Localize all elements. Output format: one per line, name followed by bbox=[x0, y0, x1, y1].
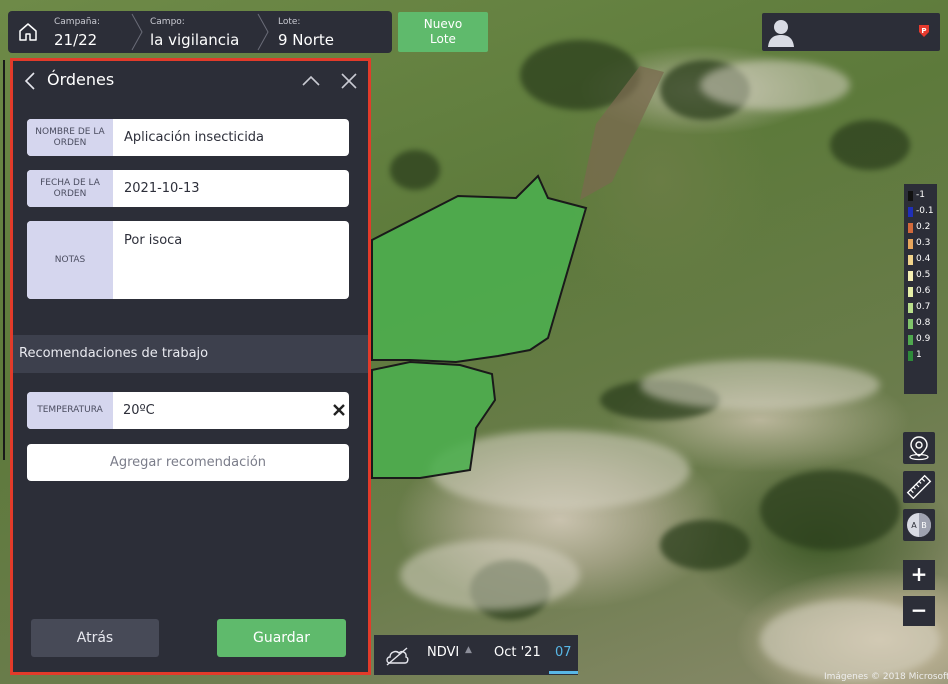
chevron-left-icon[interactable] bbox=[23, 71, 37, 91]
legend-item: 0.3 bbox=[908, 237, 940, 251]
breadcrumb-lot[interactable]: Lote: 9 Norte bbox=[278, 11, 378, 53]
order-date-input[interactable]: 2021-10-13 bbox=[124, 170, 339, 207]
legend-label: 0.8 bbox=[916, 318, 931, 328]
legend-item: 0.6 bbox=[908, 285, 940, 299]
day-selector[interactable]: 07 bbox=[555, 645, 572, 660]
legend-label: -0.1 bbox=[916, 206, 934, 216]
svg-text:P: P bbox=[921, 27, 926, 35]
location-button[interactable] bbox=[903, 432, 935, 464]
legend-label: 0.7 bbox=[916, 302, 931, 312]
legend-label: -1 bbox=[916, 190, 925, 200]
save-button[interactable]: Guardar bbox=[217, 619, 346, 657]
legend-item: -0.1 bbox=[908, 205, 940, 219]
order-name-input[interactable]: Aplicación insecticida bbox=[124, 119, 339, 156]
legend-item: 0.4 bbox=[908, 253, 940, 267]
lot-polygon-lower bbox=[371, 360, 497, 479]
zoom-in-button[interactable]: + bbox=[903, 560, 935, 590]
user-menu[interactable]: P bbox=[762, 13, 940, 51]
legend-item: 0.9 bbox=[908, 333, 940, 347]
home-icon bbox=[19, 23, 37, 41]
legend-swatch bbox=[908, 239, 913, 249]
layer-caret-icon: ▲ bbox=[465, 645, 472, 655]
legend-swatch bbox=[908, 319, 913, 329]
legend-swatch bbox=[908, 335, 913, 345]
legend-label: 1 bbox=[916, 350, 922, 360]
location-pin-icon bbox=[909, 436, 929, 461]
zoom-out-button[interactable]: − bbox=[903, 596, 935, 626]
legend-item: 0.7 bbox=[908, 301, 940, 315]
clear-icon[interactable] bbox=[332, 403, 346, 417]
layer-selector[interactable]: NDVI bbox=[427, 645, 459, 660]
back-button[interactable]: Atrás bbox=[31, 619, 159, 657]
close-icon[interactable] bbox=[339, 71, 359, 91]
campaign-value: 21/22 bbox=[54, 31, 98, 49]
field-label: Campo: bbox=[150, 17, 185, 27]
legend-label: 0.9 bbox=[916, 334, 931, 344]
field-value: la vigilancia bbox=[150, 31, 240, 49]
legend-item: 1 bbox=[908, 349, 940, 363]
legend-swatch bbox=[908, 255, 913, 265]
measure-button[interactable] bbox=[903, 471, 935, 503]
lot-label: Lote: bbox=[278, 17, 301, 27]
panel-header: Órdenes bbox=[13, 61, 368, 101]
legend-item: 0.5 bbox=[908, 269, 940, 283]
ab-label-a: A bbox=[911, 521, 917, 530]
ab-label-b: B bbox=[921, 521, 927, 530]
campaign-label: Campaña: bbox=[54, 17, 101, 27]
panel-title: Órdenes bbox=[47, 70, 115, 89]
temperature-field[interactable]: TEMPERATURA 20ºC bbox=[27, 392, 349, 429]
month-selector[interactable]: Oct '21 bbox=[494, 645, 541, 660]
legend-label: 0.4 bbox=[916, 254, 931, 264]
order-date-field[interactable]: FECHA DE LA ORDEN 2021-10-13 bbox=[27, 170, 349, 207]
legend-swatch bbox=[908, 351, 913, 361]
legend-swatch bbox=[908, 287, 913, 297]
orders-panel: Órdenes NOMBRE DE LA ORDEN Aplicación in… bbox=[10, 58, 371, 675]
breadcrumb-separator-icon bbox=[257, 13, 269, 51]
legend-label: 0.3 bbox=[916, 238, 931, 248]
section-title: Recomendaciones de trabajo bbox=[13, 335, 368, 373]
legend-swatch bbox=[908, 191, 913, 201]
new-lot-line1: Nuevo bbox=[423, 17, 463, 31]
ab-compare-icon: A B bbox=[907, 513, 931, 537]
legend-item: -1 bbox=[908, 189, 940, 203]
legend-swatch bbox=[908, 223, 913, 233]
legend-label: 0.6 bbox=[916, 286, 931, 296]
chevron-up-icon[interactable] bbox=[301, 71, 321, 91]
breadcrumb-separator-icon bbox=[131, 13, 143, 51]
new-lot-line2: Lote bbox=[430, 32, 456, 46]
legend-swatch bbox=[908, 271, 913, 281]
legend-swatch bbox=[908, 303, 913, 313]
plowed-field bbox=[580, 66, 664, 200]
order-name-field[interactable]: NOMBRE DE LA ORDEN Aplicación insecticid… bbox=[27, 119, 349, 156]
lot-polygon-main bbox=[371, 174, 588, 364]
temperature-input[interactable]: 20ºC bbox=[123, 392, 339, 429]
notes-field[interactable]: NOTAS Por isoca bbox=[27, 221, 349, 299]
day-selected-indicator bbox=[549, 671, 578, 674]
ruler-icon bbox=[906, 474, 932, 500]
layer-date-bar: NDVI ▲ Oct '21 07 bbox=[374, 635, 578, 675]
temperature-label: TEMPERATURA bbox=[27, 392, 113, 429]
map-attribution: Imágenes © 2018 Microsoft bbox=[824, 672, 948, 682]
compare-button[interactable]: A B bbox=[903, 509, 935, 541]
order-date-label: FECHA DE LA ORDEN bbox=[27, 170, 113, 207]
breadcrumb: Campaña: 21/22 Campo: la vigilancia Lote… bbox=[8, 11, 392, 53]
notes-label: NOTAS bbox=[27, 221, 113, 299]
legend-label: 0.2 bbox=[916, 222, 931, 232]
ndvi-legend: -1 -0.1 0.2 0.3 0.4 0.5 0.6 0.7 0.8 0.9 1 bbox=[904, 184, 937, 394]
notes-textarea[interactable]: Por isoca bbox=[124, 233, 339, 249]
legend-swatch bbox=[908, 207, 913, 217]
add-recommendation-button[interactable]: Agregar recomendación bbox=[27, 444, 349, 481]
legend-item: 0.8 bbox=[908, 317, 940, 331]
lot-value: 9 Norte bbox=[278, 31, 334, 49]
user-icon bbox=[765, 16, 797, 48]
brand-badge-icon: P bbox=[919, 25, 929, 37]
order-name-label: NOMBRE DE LA ORDEN bbox=[27, 119, 113, 156]
cloud-off-icon[interactable] bbox=[384, 645, 410, 667]
home-button[interactable] bbox=[8, 11, 48, 53]
new-lot-button[interactable]: Nuevo Lote bbox=[398, 12, 488, 52]
breadcrumb-field[interactable]: Campo: la vigilancia bbox=[150, 11, 260, 53]
legend-item: 0.2 bbox=[908, 221, 940, 235]
legend-label: 0.5 bbox=[916, 270, 931, 280]
breadcrumb-campaign[interactable]: Campaña: 21/22 bbox=[54, 11, 134, 53]
